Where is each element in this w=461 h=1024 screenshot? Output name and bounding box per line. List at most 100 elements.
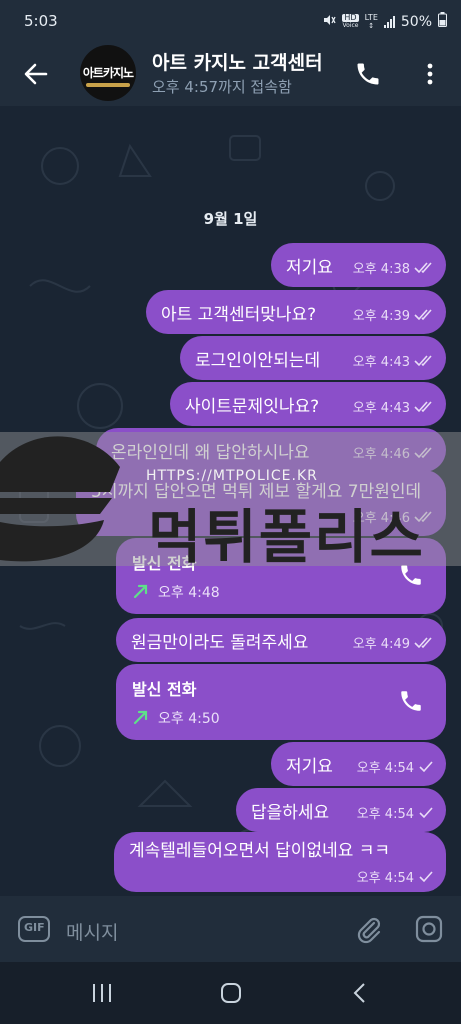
message-meta: 오후 4:38 [353,258,434,277]
message-meta: 오후 4:43 [353,397,434,416]
message-bubble[interactable]: 아트 고객센터맞나요? 오후 4:39 [146,290,446,334]
message-list[interactable]: 9월 1일 저기요 오후 4:38 아트 고객센터맞나요? 오후 4:39 로그… [0,106,461,896]
avatar-text: 아트카지노 [82,66,134,80]
hd-label: HD [342,12,359,22]
more-options-button[interactable] [418,60,442,92]
message-input[interactable]: 메시지 [66,918,118,945]
message-meta: 오후 4:54 [357,867,434,886]
message-time: 오후 4:43 [352,355,410,370]
message-time: 오후 4:49 [352,637,410,652]
message-meta: 오후 4:49 [353,633,434,652]
message-text: 계속텔레들어오면서 답이없네요 ㅋㅋ [129,841,391,861]
double-check-icon [414,308,432,320]
gif-button[interactable]: GIF [18,916,50,946]
message-meta: 오후 4:54 [357,757,434,776]
message-bubble[interactable]: 온라인인데 왜 답안하시나요 오후 4:46 [96,428,446,472]
call-message[interactable]: 발신 전화 오후 4:48 [116,538,446,614]
message-text: 온라인인데 왜 답안하시나요 [111,443,310,463]
camera-button[interactable] [414,914,444,948]
message-time: 오후 4:38 [352,262,410,277]
voice-label: Voice [342,21,359,29]
phone-icon [401,565,421,585]
message-text: 5시까지 답안오면 먹튀 제보 할게요 7만원인데 [91,482,422,502]
lte-label: LTE [364,12,378,22]
message-bubble[interactable]: 5시까지 답안오면 먹튀 제보 할게요 7만원인데 오후 4:46 [76,470,446,536]
hd-voice-icon: HD Voice [342,12,359,30]
message-bubble[interactable]: 로그인이안되는데 오후 4:43 [180,336,446,380]
message-time: 오후 4:39 [352,309,410,324]
message-time: 오후 4:54 [356,761,414,776]
lte-icon: LTE ↕ [364,12,378,30]
message-bubble[interactable]: 답을하세요 오후 4:54 [236,788,446,832]
message-text: 사이트문제잇나요? [185,397,320,417]
phone-icon [401,691,421,711]
message-time: 오후 4:46 [352,511,410,526]
chat-title[interactable]: 아트 카지노 고객센터 [152,48,342,75]
avatar-stripe [86,83,130,87]
double-check-icon [414,636,432,648]
call-time: 오후 4:48 [158,585,220,601]
call-time: 오후 4:50 [158,711,220,727]
outgoing-call-arrow-icon [133,584,148,599]
mute-icon [322,13,336,31]
message-bubble[interactable]: 계속텔레들어오면서 답이없네요 ㅋㅋ 오후 4:54 [114,832,446,892]
message-text: 저기요 [286,258,333,278]
message-meta: 오후 4:54 [357,803,434,822]
message-input-bar: GIF 메시지 [0,896,461,962]
battery-text: 50% [400,13,432,30]
back-button[interactable] [20,58,52,90]
paperclip-icon [357,917,381,944]
call-button[interactable] [354,60,382,92]
home-icon [221,983,241,1003]
message-text: 저기요 [286,757,333,777]
call-title: 발신 전화 [132,554,197,573]
outgoing-call-arrow-icon [133,710,148,725]
status-icons: HD Voice LTE ↕ 50% [322,12,447,31]
message-meta: 오후 4:46 [353,443,434,462]
double-check-icon [414,510,432,522]
check-icon [419,760,433,772]
message-time: 오후 4:43 [352,401,410,416]
instant-camera-icon [415,915,443,943]
message-time: 오후 4:54 [356,871,414,886]
avatar[interactable]: 아트카지노 [80,45,136,101]
message-text: 원금만이라도 돌려주세요 [131,633,309,653]
call-back-button[interactable] [398,688,424,719]
message-bubble[interactable]: 원금만이라도 돌려주세요 오후 4:49 [116,618,446,662]
status-time: 5:03 [24,12,58,30]
chevron-left-icon [353,983,365,1003]
check-icon [419,870,433,882]
phone-icon [357,63,379,85]
system-back-button[interactable] [350,981,370,1009]
status-bar: 5:03 HD Voice LTE ↕ 50% [0,0,461,42]
recent-apps-icon [93,984,111,1002]
message-meta: 오후 4:39 [353,305,434,324]
battery-icon [438,12,447,31]
call-message[interactable]: 발신 전화 오후 4:50 [116,664,446,740]
message-meta: 오후 4:43 [353,351,434,370]
attach-button[interactable] [354,914,384,948]
more-vertical-icon [427,63,433,85]
message-bubble[interactable]: 저기요 오후 4:54 [271,742,446,786]
double-check-icon [414,261,432,273]
double-check-icon [414,446,432,458]
message-text: 아트 고객센터맞나요? [161,305,317,325]
system-nav-bar [0,962,461,1024]
home-button[interactable] [219,981,243,1009]
double-check-icon [414,400,432,412]
arrow-left-icon [24,63,48,85]
date-separator: 9월 1일 [203,210,258,228]
call-title: 발신 전화 [132,680,197,699]
message-bubble[interactable]: 저기요 오후 4:38 [271,243,446,287]
message-text: 로그인이안되는데 [195,351,321,371]
recent-apps-button[interactable] [90,982,114,1008]
double-check-icon [414,354,432,366]
signal-icon [383,15,395,28]
message-text: 답을하세요 [251,803,330,823]
check-icon [419,806,433,818]
gif-label: GIF [24,921,45,934]
message-meta: 오후 4:46 [353,507,434,526]
call-back-button[interactable] [398,562,424,593]
message-bubble[interactable]: 사이트문제잇나요? 오후 4:43 [170,382,446,426]
message-time: 오후 4:46 [352,447,410,462]
